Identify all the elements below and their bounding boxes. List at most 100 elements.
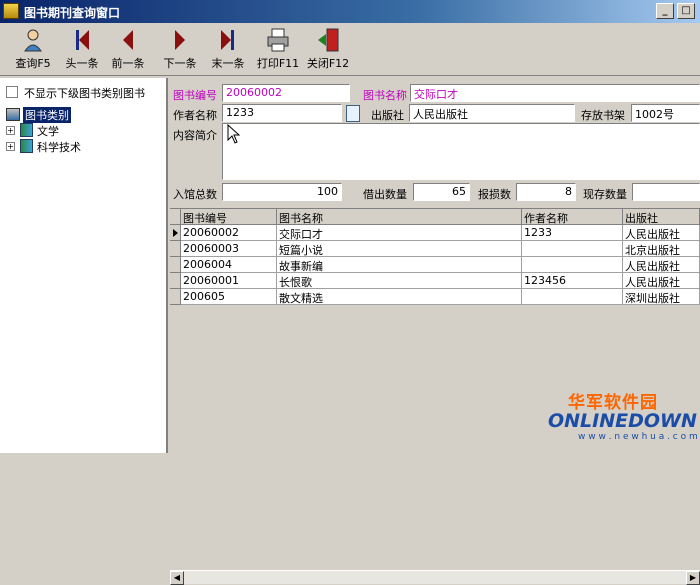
print-label: 打印F11 xyxy=(256,57,300,70)
column-header[interactable]: 出版社 xyxy=(623,209,700,225)
table-cell[interactable]: 散文精选 xyxy=(277,289,522,305)
stock-label: 现存数量 xyxy=(583,188,627,201)
category-tree-icon xyxy=(6,108,20,121)
table-cell[interactable]: 短篇小说 xyxy=(277,241,522,257)
minimize-button[interactable]: _ xyxy=(656,3,674,19)
table-cell[interactable] xyxy=(522,289,623,305)
checkbox-label: 不显示下级图书类别图书 xyxy=(24,87,145,100)
publisher-label: 出版社 xyxy=(371,109,404,122)
toolbar: 查询F5 头一条 前一条 下一条 末一条 打印F11 关闭F12 xyxy=(0,23,700,76)
table-row[interactable]: 20060002 交际口才 1233 人民出版社 xyxy=(170,225,700,241)
first-record-label: 头一条 xyxy=(65,57,99,70)
table-cell[interactable] xyxy=(522,241,623,257)
row-indicator[interactable] xyxy=(170,273,181,289)
book-icon xyxy=(20,123,33,137)
borrowed-label: 借出数量 xyxy=(363,188,407,201)
first-record-icon xyxy=(76,30,89,50)
category-panel: 不显示下级图书类别图书 图书类别 + 文学 + 科学技术 xyxy=(0,78,168,453)
shelf-field[interactable]: 1002号 xyxy=(631,104,700,122)
watermark: 华军软件园 ONLINEDOWN w w w . n e w h u a . c… xyxy=(418,310,700,442)
query-label: 查询F5 xyxy=(15,57,51,70)
row-indicator[interactable] xyxy=(170,289,181,305)
table-row[interactable]: 20060001 长恨歌 123456 人民出版社 xyxy=(170,273,700,289)
query-button[interactable]: 查询F5 xyxy=(10,27,56,73)
maximize-button[interactable]: □ xyxy=(677,3,695,19)
table-cell[interactable]: 交际口才 xyxy=(277,225,522,241)
table-row[interactable]: 20060003 短篇小说 北京出版社 xyxy=(170,241,700,257)
row-indicator[interactable] xyxy=(170,209,181,225)
table-cell[interactable]: 20060002 xyxy=(181,225,277,241)
table-row[interactable]: 2006004 故事新编 人民出版社 xyxy=(170,257,700,273)
shelf-label: 存放书架 xyxy=(581,109,625,122)
print-button[interactable]: 打印F11 xyxy=(254,27,302,73)
table-cell[interactable]: 人民出版社 xyxy=(623,273,700,289)
scroll-right-icon[interactable]: ▶ xyxy=(686,571,700,585)
close-button[interactable]: 关闭F12 xyxy=(304,27,352,73)
prev-record-label: 前一条 xyxy=(111,57,145,70)
author-field[interactable]: 1233 xyxy=(222,104,342,122)
table-cell[interactable]: 123456 xyxy=(522,273,623,289)
tree-item-label: 文学 xyxy=(37,125,59,138)
row-indicator[interactable] xyxy=(170,257,181,273)
last-record-icon xyxy=(221,30,234,50)
book-name-field[interactable]: 交际口才 xyxy=(410,84,700,102)
scroll-left-icon[interactable]: ◀ xyxy=(170,571,184,585)
tree-item-label: 科学技术 xyxy=(37,141,81,154)
table-cell[interactable]: 人民出版社 xyxy=(623,257,700,273)
book-no-label: 图书编号 xyxy=(173,89,217,102)
last-record-label: 末一条 xyxy=(211,57,245,70)
table-cell[interactable] xyxy=(522,257,623,273)
book-no-field[interactable]: 20060002 xyxy=(222,84,350,102)
stock-field[interactable] xyxy=(632,183,700,201)
table-cell[interactable]: 20060003 xyxy=(181,241,277,257)
author-lookup-icon[interactable] xyxy=(346,105,360,122)
table-cell[interactable]: 2006004 xyxy=(181,257,277,273)
prev-record-button[interactable]: 前一条 xyxy=(106,27,150,73)
table-header: 图书编号 图书名称 作者名称 出版社 xyxy=(170,209,700,225)
prev-record-icon xyxy=(123,30,133,50)
table-cell[interactable]: 20060001 xyxy=(181,273,277,289)
title-bar: 图书期刊查询窗口 _ □ xyxy=(0,0,700,23)
column-header[interactable]: 图书名称 xyxy=(277,209,522,225)
column-header[interactable]: 作者名称 xyxy=(522,209,623,225)
table-cell[interactable]: 故事新编 xyxy=(277,257,522,273)
last-record-button[interactable]: 末一条 xyxy=(206,27,250,73)
row-indicator[interactable] xyxy=(170,225,181,241)
table-row[interactable]: 200605 散文精选 深圳出版社 xyxy=(170,289,700,305)
borrowed-field[interactable]: 65 xyxy=(413,183,470,201)
printer-icon xyxy=(267,28,289,52)
next-record-button[interactable]: 下一条 xyxy=(158,27,202,73)
summary-field[interactable] xyxy=(222,123,700,180)
expand-icon[interactable]: + xyxy=(6,142,15,151)
total-field[interactable]: 100 xyxy=(222,183,342,201)
column-header[interactable]: 图书编号 xyxy=(181,209,277,225)
table-cell[interactable]: 人民出版社 xyxy=(623,225,700,241)
author-label: 作者名称 xyxy=(173,109,217,122)
next-record-label: 下一条 xyxy=(163,57,197,70)
total-label: 入馆总数 xyxy=(173,188,217,201)
mouse-cursor-icon xyxy=(227,124,241,144)
watermark-url: w w w . n e w h u a . c o m xyxy=(578,432,698,442)
checkbox-box[interactable] xyxy=(6,86,18,98)
table-cell[interactable]: 1233 xyxy=(522,225,623,241)
row-indicator[interactable] xyxy=(170,241,181,257)
table-cell[interactable]: 北京出版社 xyxy=(623,241,700,257)
table-cell[interactable]: 深圳出版社 xyxy=(623,289,700,305)
table-cell[interactable]: 长恨歌 xyxy=(277,273,522,289)
table-cell[interactable]: 200605 xyxy=(181,289,277,305)
expand-icon[interactable]: + xyxy=(6,126,15,135)
tree-root-label: 图书类别 xyxy=(23,107,71,123)
publisher-field[interactable]: 人民出版社 xyxy=(409,104,575,122)
next-record-icon xyxy=(175,30,185,50)
damaged-label: 报损数 xyxy=(478,188,511,201)
query-icon xyxy=(24,29,42,52)
exit-door-icon xyxy=(318,28,339,52)
close-label: 关闭F12 xyxy=(306,57,350,70)
summary-label: 内容简介 xyxy=(173,129,217,142)
damaged-field[interactable]: 8 xyxy=(516,183,576,201)
app-icon xyxy=(3,3,19,19)
watermark-logo: ONLINEDOWN xyxy=(548,410,697,432)
horizontal-scrollbar[interactable]: ◀ ▶ xyxy=(170,570,700,585)
first-record-button[interactable]: 头一条 xyxy=(60,27,104,73)
window-title: 图书期刊查询窗口 xyxy=(24,6,121,20)
